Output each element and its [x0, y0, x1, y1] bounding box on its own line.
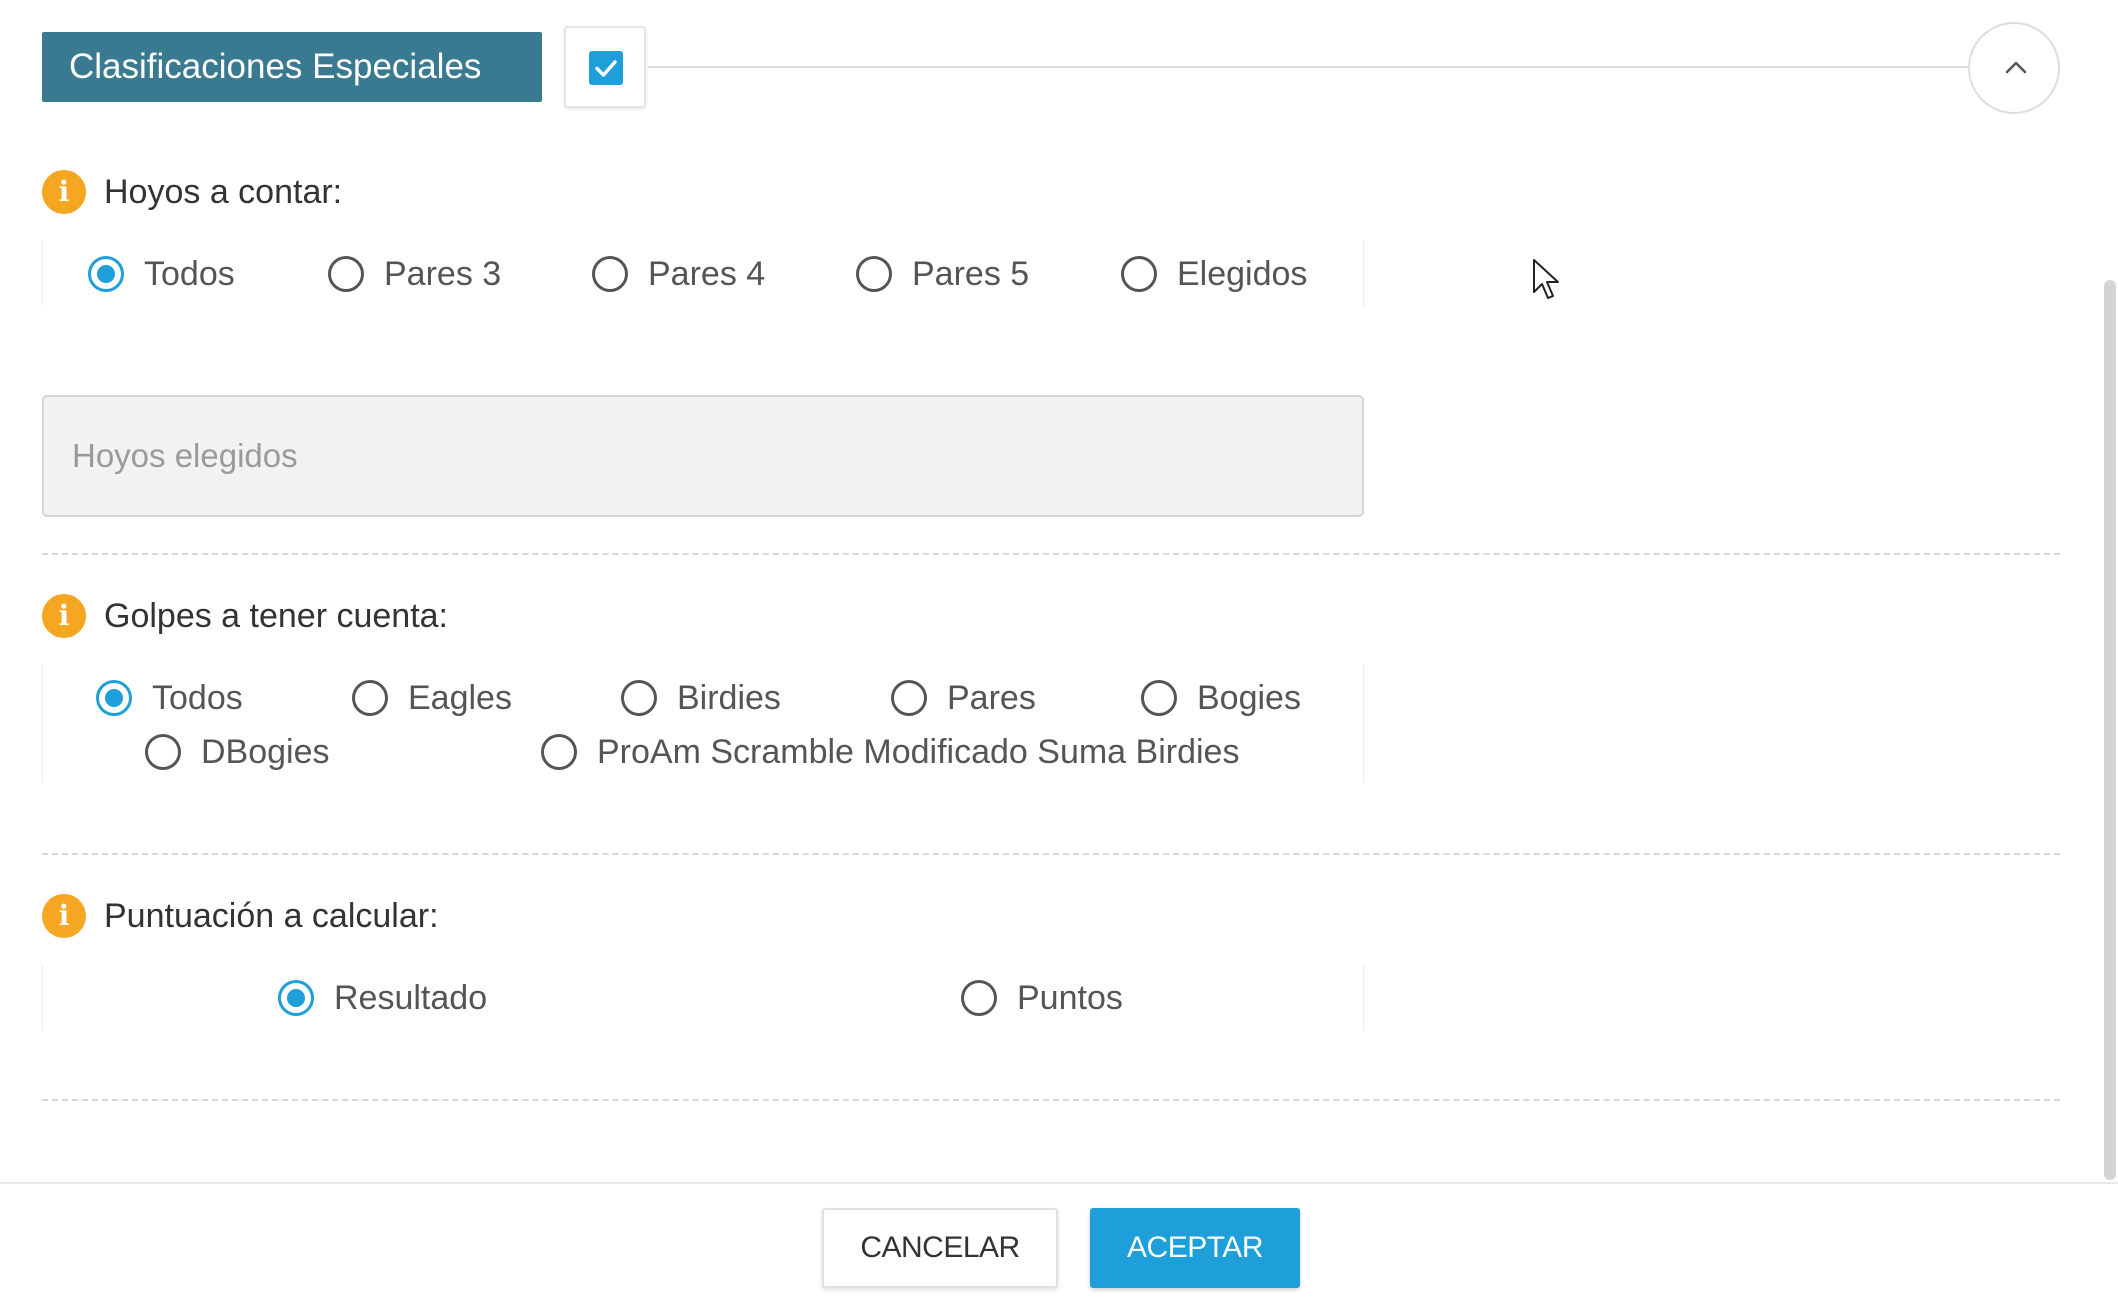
chevron-up-icon: [2005, 61, 2027, 74]
scoring-radio-group: Resultado Puntos: [42, 964, 1364, 1030]
scrollbar-thumb[interactable]: [2104, 280, 2116, 1180]
enable-checkbox[interactable]: [564, 26, 646, 108]
collapse-button[interactable]: [1968, 22, 2060, 114]
radio-unchecked-icon: [352, 680, 388, 716]
accept-button[interactable]: ACEPTAR: [1090, 1208, 1300, 1288]
chosen-holes-input[interactable]: [42, 395, 1364, 517]
info-icon[interactable]: i: [42, 894, 86, 938]
radio-unchecked-icon: [961, 980, 997, 1016]
dialog-footer: CANCELAR ACEPTAR: [0, 1182, 2118, 1300]
scoring-label: Puntuación a calcular:: [104, 897, 439, 935]
checkmark-icon: [589, 51, 623, 85]
strokes-radio-group: Todos Eagles Birdies Pares Bogies DBogie…: [42, 664, 1364, 782]
radio-unchecked-icon: [328, 256, 364, 292]
holes-label: Hoyos a contar:: [104, 173, 343, 211]
radio-checked-icon: [88, 256, 124, 292]
radio-unchecked-icon: [891, 680, 927, 716]
cancel-button[interactable]: CANCELAR: [822, 1208, 1058, 1288]
radio-checked-icon: [278, 980, 314, 1016]
section-divider: [42, 1099, 2060, 1101]
info-icon[interactable]: i: [42, 594, 86, 638]
radio-unchecked-icon: [541, 734, 577, 770]
section-title: Clasificaciones Especiales: [42, 32, 542, 102]
section-divider: [42, 553, 2060, 555]
radio-unchecked-icon: [145, 734, 181, 770]
section-divider: [42, 853, 2060, 855]
radio-unchecked-icon: [1121, 256, 1157, 292]
special-classifications-panel: Clasificaciones Especiales i Hoyos a con…: [0, 0, 2118, 1300]
radio-unchecked-icon: [856, 256, 892, 292]
radio-checked-icon: [96, 680, 132, 716]
info-icon[interactable]: i: [42, 170, 86, 214]
radio-unchecked-icon: [621, 680, 657, 716]
mouse-cursor-icon: [1533, 259, 1559, 299]
strokes-label: Golpes a tener cuenta:: [104, 597, 449, 635]
section-header: Clasificaciones Especiales: [42, 22, 2060, 114]
header-divider: [648, 66, 1988, 68]
radio-unchecked-icon: [592, 256, 628, 292]
holes-radio-group: Todos Pares 3 Pares 4 Pares 5 Elegidos: [42, 240, 1364, 306]
radio-unchecked-icon: [1141, 680, 1177, 716]
